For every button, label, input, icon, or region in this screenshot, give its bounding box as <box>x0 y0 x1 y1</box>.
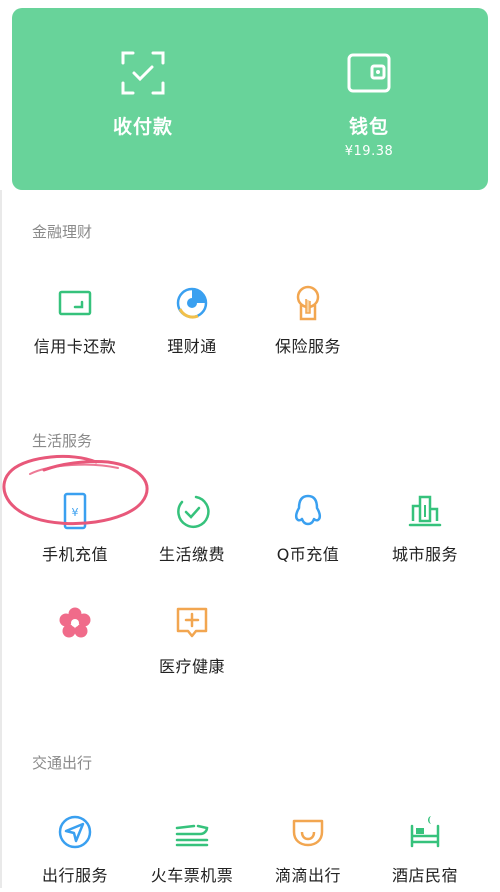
grid-label: 保险服务 <box>274 337 341 356</box>
pay-receive-label: 收付款 <box>112 116 173 138</box>
insurance-icon <box>296 285 320 321</box>
grid-label: 滴滴出行 <box>274 866 341 885</box>
grid-item-phone-topup[interactable]: ¥ 手机充值 <box>15 491 135 571</box>
svg-text:¥: ¥ <box>72 506 79 519</box>
grid-item-utilities[interactable]: 生活缴费 <box>132 491 252 571</box>
scan-pay-icon <box>121 51 165 95</box>
left-edge <box>0 190 2 888</box>
grid-label: Q币充值 <box>276 545 340 564</box>
grid-item-travel[interactable]: 出行服务 <box>15 812 135 892</box>
wealth-icon <box>176 287 208 319</box>
qq-icon <box>294 494 322 526</box>
grid-label: 火车票机票 <box>150 866 234 885</box>
grid-label: 城市服务 <box>391 545 458 564</box>
grid-item-hotel[interactable]: 酒店民宿 <box>365 812 485 892</box>
grid-item-flower[interactable] <box>15 603 135 683</box>
grid-item-wealth[interactable]: 理财通 <box>132 283 252 363</box>
pay-receive-button[interactable]: 收付款 <box>12 8 274 190</box>
grid-item-didi[interactable]: 滴滴出行 <box>248 812 368 892</box>
credit-card-icon <box>58 290 92 316</box>
section-transport-title: 交通出行 <box>32 754 93 772</box>
grid-label: 信用卡还款 <box>33 337 117 356</box>
wallet-icon <box>347 53 391 93</box>
grid-label: 医疗健康 <box>158 657 225 676</box>
phone-icon: ¥ <box>63 492 87 530</box>
wallet-label: 钱包 <box>348 116 389 138</box>
didi-icon <box>292 819 324 847</box>
grid-label: 酒店民宿 <box>391 866 458 885</box>
grid-item-credit-card[interactable]: 信用卡还款 <box>15 283 135 363</box>
flower-icon <box>59 607 91 638</box>
section-life-title: 生活服务 <box>32 432 93 450</box>
city-icon <box>408 495 442 527</box>
train-icon <box>175 824 209 847</box>
wallet-balance: ¥19.38 <box>344 144 394 159</box>
hotel-icon <box>410 816 440 848</box>
grid-label: 理财通 <box>167 337 217 356</box>
grid-item-train-flight[interactable]: 火车票机票 <box>132 812 252 892</box>
section-finance-title: 金融理财 <box>32 223 93 241</box>
grid-item-city-services[interactable]: 城市服务 <box>365 491 485 571</box>
grid-item-insurance[interactable]: 保险服务 <box>248 283 368 363</box>
grid-label: 出行服务 <box>41 866 108 885</box>
grid-label: 生活缴费 <box>158 545 225 564</box>
top-card: 收付款 钱包 ¥19.38 <box>12 8 488 190</box>
navigation-icon <box>58 815 92 849</box>
grid-label: 手机充值 <box>41 545 108 564</box>
wallet-button[interactable]: 钱包 ¥19.38 <box>250 8 488 190</box>
medical-icon <box>176 607 208 638</box>
grid-item-q-coins[interactable]: Q币充值 <box>248 491 368 571</box>
utility-icon <box>177 495 210 529</box>
grid-item-medical[interactable]: 医疗健康 <box>132 603 252 683</box>
